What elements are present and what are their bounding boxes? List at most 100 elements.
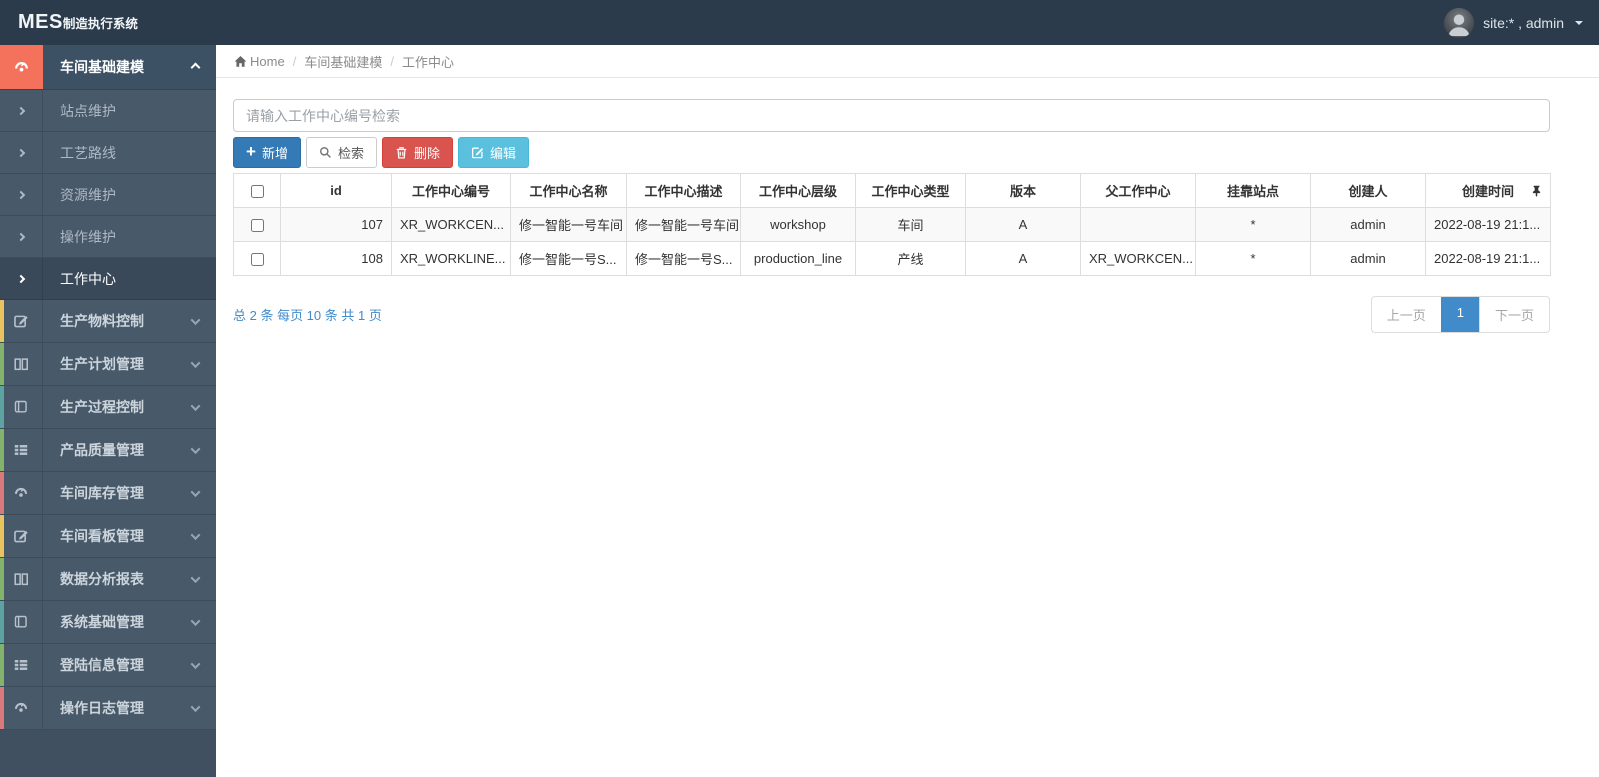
chevron-down-icon: [190, 484, 201, 502]
sidebar-subitem-label: 站点维护: [60, 102, 116, 119]
search-input[interactable]: [233, 99, 1550, 132]
page-1-button[interactable]: 1: [1440, 297, 1479, 332]
pin-icon[interactable]: [1532, 185, 1541, 197]
cell-level: workshop: [740, 207, 856, 242]
cell-name: 修一智能一号S...: [510, 241, 627, 276]
sidebar-item-workshop-kanban[interactable]: 车间看板管理: [0, 515, 216, 558]
sidebar-item-system-basic[interactable]: 系统基础管理: [0, 601, 216, 644]
columns-icon: [0, 558, 43, 600]
row-checkbox[interactable]: [250, 253, 264, 267]
chevron-down-icon: [190, 656, 201, 674]
sidebar-subitem-label: 工艺路线: [60, 144, 116, 161]
main-area: Home / 车间基础建模 / 工作中心 + 新增 检索 删除 编辑: [216, 45, 1599, 777]
sidebar-item-data-analysis[interactable]: 数据分析报表: [0, 558, 216, 601]
chevron-right-icon: [0, 132, 43, 173]
sidebar-item-label: 数据分析报表: [60, 571, 144, 587]
edit-square-icon: [0, 515, 43, 557]
user-label: site:* , admin: [1483, 14, 1564, 31]
col-header-version[interactable]: 版本: [965, 173, 1081, 208]
list-icon: [0, 644, 43, 686]
edit-square-icon: [0, 300, 43, 342]
delete-button-label: 删除: [413, 146, 440, 161]
accent-strip: [0, 644, 4, 686]
chevron-down-icon: [190, 613, 201, 631]
sidebar-subitem-process-route[interactable]: 工艺路线: [0, 132, 216, 174]
col-header-created-time[interactable]: 创建时间: [1425, 173, 1551, 208]
search-button[interactable]: 检索: [305, 137, 377, 168]
top-navbar: MES制造执行系统 site:* , admin: [0, 0, 1599, 45]
table-row[interactable]: 107 XR_WORKCEN... 修一智能一号车间 修一智能一号车间 work…: [233, 207, 1551, 242]
col-header-creator[interactable]: 创建人: [1310, 173, 1426, 208]
sidebar-item-workshop-inventory[interactable]: 车间库存管理: [0, 472, 216, 515]
sidebar-subitem-station-maintenance[interactable]: 站点维护: [0, 90, 216, 132]
accent-strip: [0, 343, 4, 385]
col-header-name[interactable]: 工作中心名称: [510, 173, 627, 208]
row-checkbox[interactable]: [250, 219, 264, 233]
col-header-parent[interactable]: 父工作中心: [1080, 173, 1196, 208]
chevron-up-icon: [190, 58, 201, 76]
sidebar-item-production-material[interactable]: 生产物料控制: [0, 300, 216, 343]
chevron-down-icon: [190, 398, 201, 416]
breadcrumb-level1-link[interactable]: 车间基础建模: [304, 52, 382, 71]
cell-type: 车间: [855, 207, 966, 242]
prev-page-button[interactable]: 上一页: [1372, 297, 1441, 332]
select-all-checkbox[interactable]: [250, 185, 264, 199]
search-button-label: 检索: [337, 146, 364, 161]
sidebar-subitem-operation-maintenance[interactable]: 操作维护: [0, 216, 216, 258]
accent-strip: [0, 687, 4, 729]
cell-version: A: [965, 207, 1081, 242]
col-header-type[interactable]: 工作中心类型: [855, 173, 966, 208]
sidebar-subitem-resource-maintenance[interactable]: 资源维护: [0, 174, 216, 216]
col-header-code[interactable]: 工作中心编号: [391, 173, 511, 208]
add-button[interactable]: + 新增: [233, 137, 301, 168]
edit-button[interactable]: 编辑: [457, 137, 529, 168]
pagination-summary: 总 2 条 每页 10 条 共 1 页: [233, 308, 382, 323]
toolbar: + 新增 检索 删除 编辑: [233, 137, 1550, 168]
sidebar-item-label: 车间库存管理: [60, 485, 144, 501]
sidebar-item-label: 生产过程控制: [60, 399, 144, 415]
cell-creator: admin: [1310, 207, 1426, 242]
cell-station: *: [1195, 207, 1311, 242]
book-icon: [0, 601, 43, 643]
accent-strip: [0, 601, 4, 643]
app-logo[interactable]: MES制造执行系统: [0, 11, 216, 34]
gauge-icon: [0, 687, 43, 729]
col-header-level[interactable]: 工作中心层级: [740, 173, 856, 208]
cell-code: XR_WORKLINE...: [391, 241, 511, 276]
chevron-right-icon: [0, 90, 43, 131]
next-page-button[interactable]: 下一页: [1478, 297, 1549, 332]
breadcrumb-home-link[interactable]: Home: [234, 54, 285, 69]
chevron-down-icon: [190, 441, 201, 459]
cell-name: 修一智能一号车间: [510, 207, 627, 242]
cell-created-time: 2022-08-19 21:1...: [1425, 207, 1551, 242]
col-header-id[interactable]: id: [280, 173, 392, 208]
sidebar: 车间基础建模 站点维护 工艺路线 资源维护 操作维护 工作中心 生产物料控制 生…: [0, 45, 216, 777]
sidebar-item-login-info[interactable]: 登陆信息管理: [0, 644, 216, 687]
sidebar-item-product-quality[interactable]: 产品质量管理: [0, 429, 216, 472]
sidebar-item-workshop-modeling[interactable]: 车间基础建模: [0, 45, 216, 90]
chevron-down-icon: [190, 312, 201, 330]
chevron-right-icon: [0, 174, 43, 215]
book-icon: [0, 386, 43, 428]
avatar[interactable]: [1444, 7, 1475, 38]
sidebar-item-label: 车间看板管理: [60, 528, 144, 544]
sidebar-subitem-work-center[interactable]: 工作中心: [0, 258, 216, 300]
cell-desc: 修一智能一号车间: [626, 207, 741, 242]
select-all-cell: [233, 173, 281, 208]
list-icon: [0, 429, 43, 471]
search-icon: [319, 146, 331, 158]
sidebar-item-label: 生产物料控制: [60, 313, 144, 329]
col-header-station[interactable]: 挂靠站点: [1195, 173, 1311, 208]
accent-strip: [0, 515, 4, 557]
col-header-desc[interactable]: 工作中心描述: [626, 173, 741, 208]
sidebar-item-label: 操作日志管理: [60, 700, 144, 716]
user-menu[interactable]: site:* , admin: [1444, 7, 1583, 38]
sidebar-item-production-plan[interactable]: 生产计划管理: [0, 343, 216, 386]
sidebar-item-operation-log[interactable]: 操作日志管理: [0, 687, 216, 730]
cell-type: 产线: [855, 241, 966, 276]
sidebar-item-label: 系统基础管理: [60, 614, 144, 630]
delete-button[interactable]: 删除: [381, 137, 453, 168]
person-icon: [1448, 13, 1470, 36]
table-row[interactable]: 108 XR_WORKLINE... 修一智能一号S... 修一智能一号S...…: [233, 241, 1551, 276]
sidebar-item-production-process[interactable]: 生产过程控制: [0, 386, 216, 429]
